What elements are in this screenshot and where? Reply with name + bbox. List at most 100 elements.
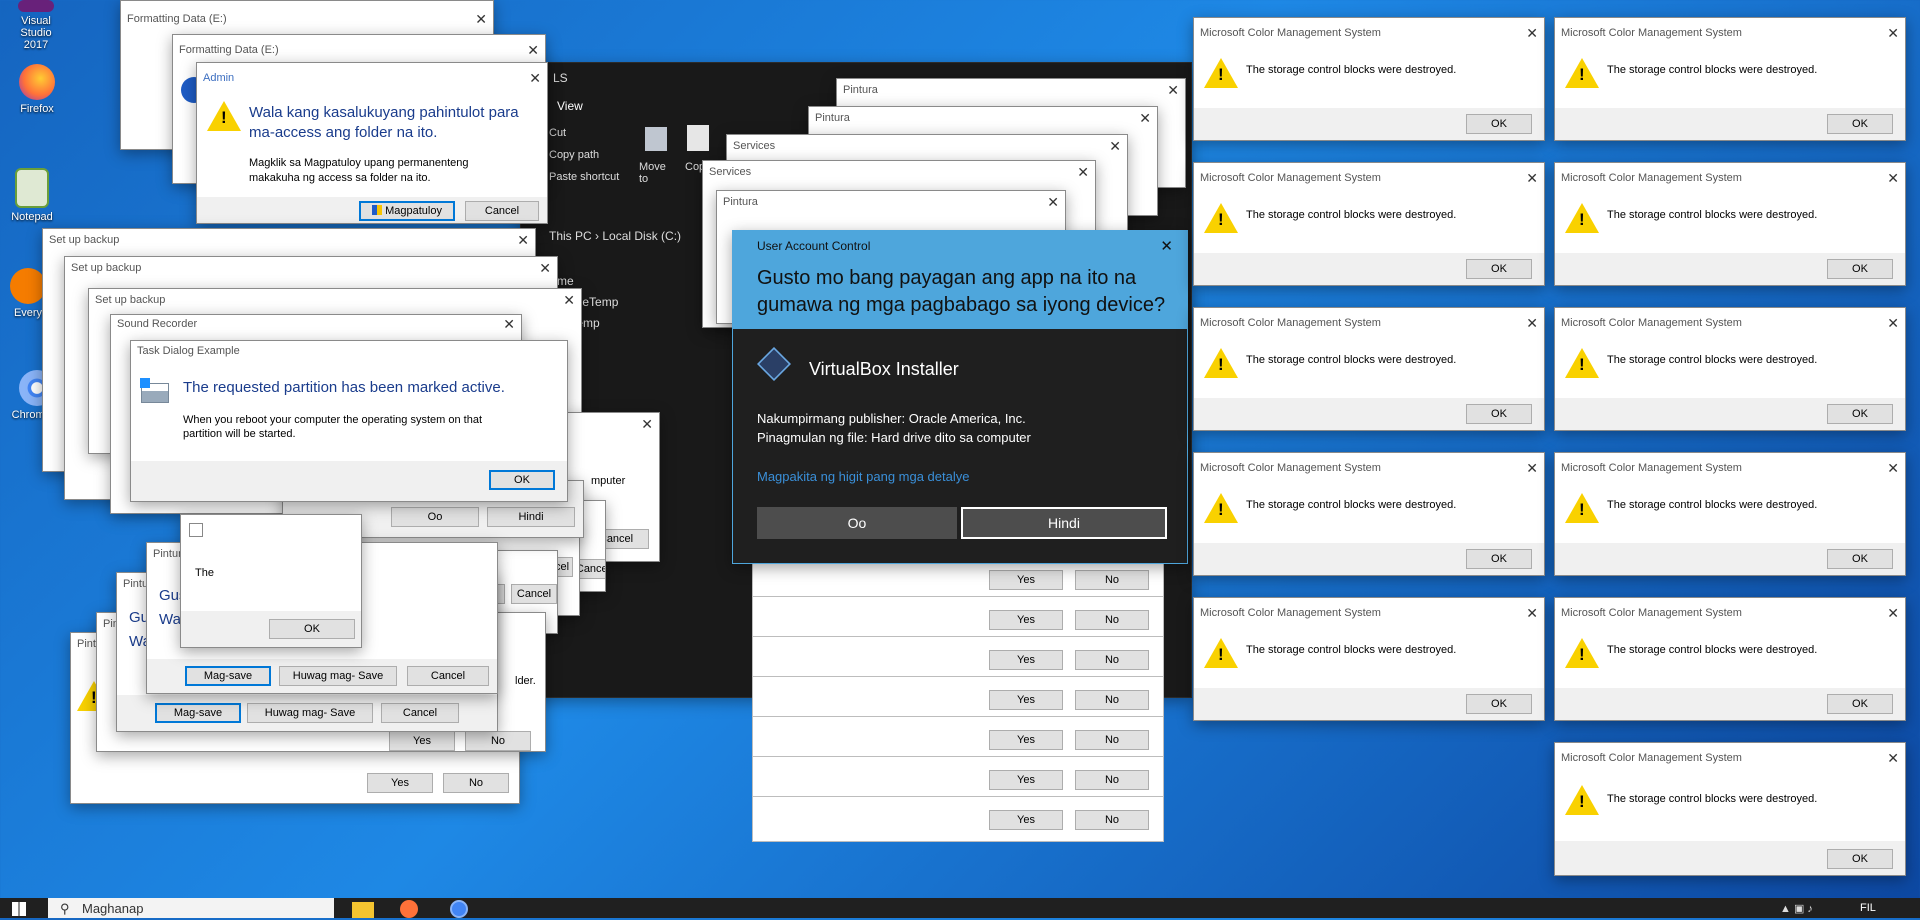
close-icon[interactable]: ✕ xyxy=(1526,22,1538,44)
no-button[interactable]: No xyxy=(1075,570,1149,590)
no-button[interactable]: No xyxy=(465,731,531,751)
oo-button[interactable]: Oo xyxy=(391,507,479,527)
ok-button[interactable]: OK xyxy=(269,619,355,639)
hindi-button[interactable]: Hindi xyxy=(487,507,575,527)
ok-button[interactable]: OK xyxy=(1827,114,1893,134)
cancel-button[interactable]: Cancel xyxy=(407,666,489,686)
yes-button[interactable]: Yes xyxy=(989,690,1063,710)
close-icon[interactable]: ✕ xyxy=(563,289,575,311)
firefox-taskbar-icon[interactable] xyxy=(400,900,418,918)
ok-button[interactable]: OK xyxy=(489,470,555,490)
address-bar[interactable]: This PC › Local Disk (C:) xyxy=(549,229,681,243)
ribbon-paste-shortcut[interactable]: Paste shortcut xyxy=(549,171,619,183)
language-indicator[interactable]: FIL xyxy=(1860,902,1876,914)
close-icon[interactable]: ✕ xyxy=(517,229,529,251)
dialog-message: The storage control blocks were destroye… xyxy=(1607,209,1818,221)
dialog-title: Pintura xyxy=(723,196,758,208)
close-icon[interactable]: ✕ xyxy=(1887,747,1899,769)
close-icon[interactable]: ✕ xyxy=(1887,22,1899,44)
cancel-button[interactable]: Cancel xyxy=(381,703,459,723)
move-to-button[interactable]: Move to xyxy=(639,161,669,185)
ok-button[interactable]: OK xyxy=(1827,549,1893,569)
warning-icon xyxy=(207,101,241,131)
ok-button[interactable]: OK xyxy=(1827,259,1893,279)
address-local-disk[interactable]: Local Disk (C:) xyxy=(602,229,681,243)
close-icon[interactable]: ✕ xyxy=(1887,167,1899,189)
dialog-title: Pintura xyxy=(843,84,878,96)
ok-button[interactable]: OK xyxy=(1466,114,1532,134)
no-button[interactable]: No xyxy=(443,773,509,793)
uac-no-button[interactable]: Hindi xyxy=(961,507,1167,539)
close-icon[interactable]: ✕ xyxy=(1887,312,1899,334)
no-button[interactable]: No xyxy=(1075,690,1149,710)
search-icon: ⚲ xyxy=(60,901,70,916)
close-icon[interactable]: ✕ xyxy=(1139,107,1151,129)
yes-button[interactable]: Yes xyxy=(989,570,1063,590)
close-icon[interactable]: ✕ xyxy=(1526,457,1538,479)
app-icon xyxy=(189,523,203,537)
yes-button[interactable]: Yes xyxy=(989,610,1063,630)
ok-button[interactable]: OK xyxy=(1466,549,1532,569)
close-icon[interactable]: ✕ xyxy=(1887,457,1899,479)
no-button[interactable]: No xyxy=(1075,650,1149,670)
close-icon[interactable]: ✕ xyxy=(527,39,539,61)
desktop-icon-visual-studio[interactable]: Visual Studio 2017 xyxy=(0,0,74,51)
ok-button[interactable]: OK xyxy=(1827,849,1893,869)
cancel-button[interactable]: Cancel xyxy=(511,584,557,604)
no-button[interactable]: No xyxy=(1075,770,1149,790)
close-icon[interactable]: ✕ xyxy=(1526,167,1538,189)
ok-button[interactable]: OK xyxy=(1466,694,1532,714)
dont-save-button[interactable]: Huwag mag- Save xyxy=(247,703,373,723)
dialog-message: The storage control blocks were destroye… xyxy=(1246,64,1457,76)
save-button[interactable]: Mag-save xyxy=(155,703,241,723)
close-icon[interactable]: ✕ xyxy=(503,315,515,333)
uac-more-details-link[interactable]: Magpakita ng higit pang mga detalye xyxy=(757,469,969,484)
file-explorer-taskbar-icon[interactable] xyxy=(352,902,374,918)
close-icon[interactable]: ✕ xyxy=(539,257,551,279)
close-icon[interactable]: ✕ xyxy=(1167,79,1179,101)
close-icon[interactable]: ✕ xyxy=(475,8,487,30)
chromium-taskbar-icon[interactable] xyxy=(450,900,468,918)
close-icon[interactable]: ✕ xyxy=(529,67,541,89)
ok-button[interactable]: OK xyxy=(1827,694,1893,714)
ok-button[interactable]: OK xyxy=(1827,404,1893,424)
visual-studio-icon xyxy=(18,0,54,12)
no-button[interactable]: No xyxy=(1075,810,1149,830)
close-icon[interactable]: ✕ xyxy=(1160,236,1173,258)
close-icon[interactable]: ✕ xyxy=(1526,602,1538,624)
close-icon[interactable]: ✕ xyxy=(1047,191,1059,213)
close-icon[interactable]: ✕ xyxy=(641,413,653,435)
uac-publisher: Nakumpirmang publisher: Oracle America, … xyxy=(757,411,1026,426)
close-icon[interactable]: ✕ xyxy=(1077,161,1089,183)
close-icon[interactable]: ✕ xyxy=(1887,602,1899,624)
dont-save-button[interactable]: Huwag mag- Save xyxy=(279,666,397,686)
warning-icon xyxy=(1565,203,1599,233)
yes-button[interactable]: Yes xyxy=(389,731,455,751)
close-icon[interactable]: ✕ xyxy=(1526,312,1538,334)
yes-button[interactable]: Yes xyxy=(367,773,433,793)
desktop-icon-firefox[interactable]: Firefox xyxy=(0,64,75,115)
start-button[interactable] xyxy=(12,902,26,916)
uac-yes-button[interactable]: Oo xyxy=(757,507,957,539)
search-box[interactable]: ⚲ Maghanap xyxy=(48,898,334,918)
no-button[interactable]: No xyxy=(1075,730,1149,750)
ok-button[interactable]: OK xyxy=(1466,404,1532,424)
ribbon-copy-path[interactable]: Copy path xyxy=(549,149,599,161)
dialog-body: Magklik sa Magpatuloy upang permanenteng… xyxy=(249,157,469,184)
close-icon[interactable]: ✕ xyxy=(1109,135,1121,157)
yes-button[interactable]: Yes xyxy=(989,810,1063,830)
ok-button[interactable]: OK xyxy=(1466,259,1532,279)
desktop-icon-notepad[interactable]: Notepad xyxy=(0,168,70,223)
save-button[interactable]: Mag-save xyxy=(185,666,271,686)
continue-button[interactable]: Magpatuloy xyxy=(359,201,455,221)
ribbon-cut[interactable]: Cut xyxy=(549,127,566,139)
no-button[interactable]: No xyxy=(1075,610,1149,630)
yes-button[interactable]: Yes xyxy=(989,730,1063,750)
address-this-pc[interactable]: This PC xyxy=(549,229,592,243)
yes-button[interactable]: Yes xyxy=(989,650,1063,670)
tab-view[interactable]: View xyxy=(557,99,583,113)
tray-icons[interactable]: ▲ ▣ ♪ xyxy=(1780,902,1850,916)
cancel-button[interactable]: Cancel xyxy=(465,201,539,221)
dialog-footer: OK xyxy=(1555,108,1905,140)
yes-button[interactable]: Yes xyxy=(989,770,1063,790)
